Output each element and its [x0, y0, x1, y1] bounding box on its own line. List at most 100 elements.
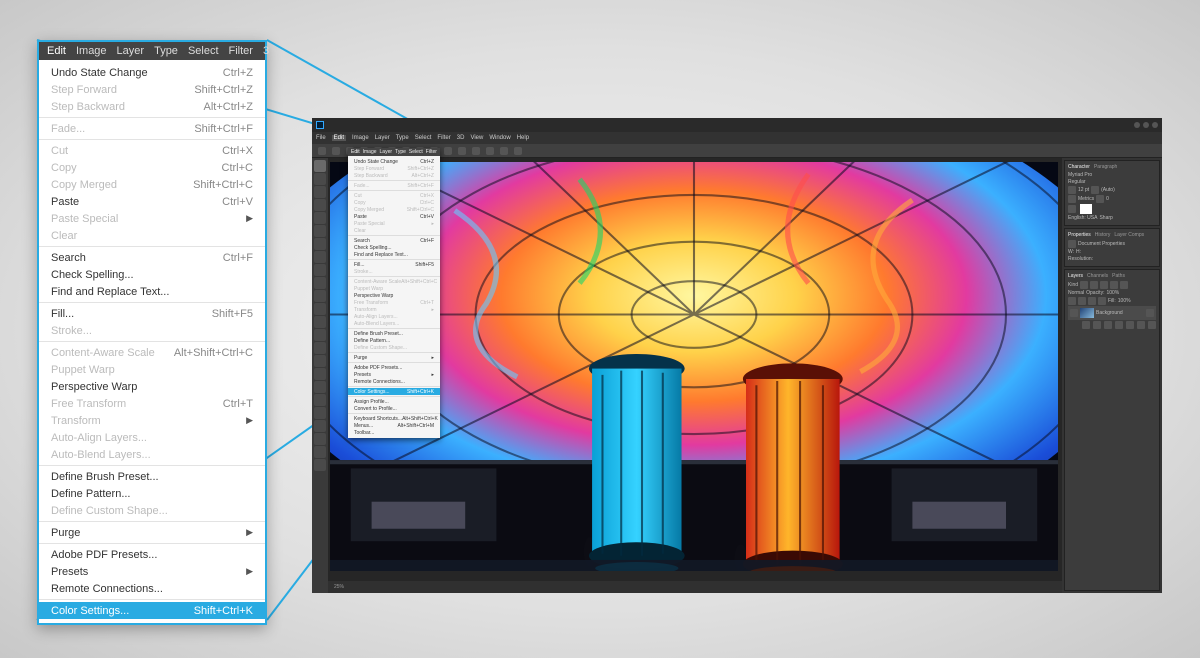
lock-icon[interactable]: [1098, 297, 1106, 305]
filter-icon[interactable]: [1100, 281, 1108, 289]
mask-icon[interactable]: [1104, 321, 1112, 329]
menu-item-small[interactable]: Convert to Profile...: [348, 405, 440, 412]
tab-layercomps[interactable]: Layer Comps: [1114, 232, 1144, 238]
tab-paths[interactable]: Paths: [1112, 273, 1125, 279]
shape-tool-icon[interactable]: [314, 381, 326, 393]
menu-filter[interactable]: Filter: [229, 45, 253, 57]
lock-icon[interactable]: [1068, 297, 1076, 305]
lasso-tool-icon[interactable]: [314, 186, 326, 198]
menu-type[interactable]: Type: [396, 135, 409, 141]
menu-layer[interactable]: Layer: [375, 135, 390, 141]
menu-help[interactable]: Help: [517, 135, 529, 141]
group-icon[interactable]: [1126, 321, 1134, 329]
tab-layers[interactable]: Layers: [1068, 273, 1083, 279]
properties-panel[interactable]: PropertiesHistoryLayer Comps Document Pr…: [1064, 228, 1160, 267]
zoom-level[interactable]: 25%: [334, 584, 344, 590]
layer-thumb[interactable]: [1080, 308, 1094, 318]
pen-tool-icon[interactable]: [314, 342, 326, 354]
menu-item-small[interactable]: Fill...Shift+F5: [348, 261, 440, 268]
brush-tool-icon[interactable]: [314, 251, 326, 263]
opt-icon[interactable]: [332, 147, 340, 155]
menu-item-small[interactable]: Keyboard Shortcuts...Alt+Shift+Ctrl+K: [348, 415, 440, 422]
menu-item[interactable]: Define Pattern...: [39, 485, 265, 502]
opt-icon[interactable]: [486, 147, 494, 155]
opt-icon[interactable]: [472, 147, 480, 155]
lock-icon[interactable]: [1088, 297, 1096, 305]
menu-item-small[interactable]: Perspective Warp: [348, 292, 440, 299]
menu-3d[interactable]: 3D: [457, 135, 465, 141]
filter-icon[interactable]: [1080, 281, 1088, 289]
layer-name[interactable]: Background: [1096, 310, 1123, 316]
menu-item[interactable]: Find and Replace Text...: [39, 283, 265, 300]
filter-icon[interactable]: [1090, 281, 1098, 289]
menu-item[interactable]: Purge▶: [39, 524, 265, 541]
quickmask-icon[interactable]: [314, 446, 326, 458]
text-color-swatch[interactable]: [1080, 204, 1092, 214]
menu-select[interactable]: Select: [415, 135, 432, 141]
menu-edit[interactable]: Edit: [332, 135, 346, 141]
menu-item-small[interactable]: Assign Profile...: [348, 398, 440, 405]
menu-item[interactable]: PasteCtrl+V: [39, 193, 265, 210]
toolbar[interactable]: [312, 158, 328, 593]
layers-panel[interactable]: LayersChannelsPaths Kind NormalOpacity:1…: [1064, 269, 1160, 591]
menu-image[interactable]: Image: [352, 135, 369, 141]
blur-tool-icon[interactable]: [314, 316, 326, 328]
lock-icon[interactable]: [1078, 297, 1086, 305]
filter-icon[interactable]: [1120, 281, 1128, 289]
menu-item[interactable]: Check Spelling...: [39, 266, 265, 283]
menu-item-small[interactable]: Purge▸: [348, 354, 440, 361]
menu-layer[interactable]: Layer: [117, 45, 145, 57]
tool-preset-icon[interactable]: [318, 147, 326, 155]
menu-item-small[interactable]: Remote Connections...: [348, 378, 440, 385]
healing-tool-icon[interactable]: [314, 238, 326, 250]
menu-item[interactable]: SearchCtrl+F: [39, 249, 265, 266]
filter-icon[interactable]: [1110, 281, 1118, 289]
opt-icon[interactable]: [458, 147, 466, 155]
tab-paragraph[interactable]: Paragraph: [1094, 164, 1117, 170]
tab-channels[interactable]: Channels: [1087, 273, 1108, 279]
eyedropper-tool-icon[interactable]: [314, 225, 326, 237]
menu-item-small[interactable]: Adobe PDF Presets...: [348, 364, 440, 371]
menu-item-small[interactable]: Presets▸: [348, 371, 440, 378]
menu-item[interactable]: Undo State ChangeCtrl+Z: [39, 64, 265, 81]
menu-3d[interactable]: 3: [263, 45, 269, 57]
menu-view[interactable]: View: [470, 135, 483, 141]
menu-item[interactable]: Remote Connections...: [39, 580, 265, 597]
menu-type[interactable]: Type: [154, 45, 178, 57]
hand-tool-icon[interactable]: [314, 394, 326, 406]
gradient-tool-icon[interactable]: [314, 303, 326, 315]
stamp-tool-icon[interactable]: [314, 264, 326, 276]
move-tool-icon[interactable]: [314, 160, 326, 172]
eye-icon[interactable]: [1070, 309, 1078, 317]
trash-icon[interactable]: [1148, 321, 1156, 329]
adjust-icon[interactable]: [1115, 321, 1123, 329]
opt-icon[interactable]: [514, 147, 522, 155]
character-panel[interactable]: CharacterParagraph Myriad Pro Regular 12…: [1064, 160, 1160, 226]
edit-toolbar-icon[interactable]: [314, 420, 326, 432]
menu-item-small[interactable]: Check Spelling...: [348, 244, 440, 251]
menu-image[interactable]: Image: [76, 45, 107, 57]
quickselect-tool-icon[interactable]: [314, 199, 326, 211]
link-icon[interactable]: [1082, 321, 1090, 329]
crop-tool-icon[interactable]: [314, 212, 326, 224]
menu-item-small[interactable]: Undo State ChangeCtrl+Z: [348, 158, 440, 165]
path-tool-icon[interactable]: [314, 368, 326, 380]
fx-icon[interactable]: [1093, 321, 1101, 329]
menu-item-small[interactable]: Menus...Alt+Shift+Ctrl+M: [348, 422, 440, 429]
menu-item-small[interactable]: Color Settings...Shift+Ctrl+K: [348, 388, 440, 395]
menu-item-small[interactable]: Define Brush Preset...: [348, 330, 440, 337]
menu-item[interactable]: Adobe PDF Presets...: [39, 546, 265, 563]
menu-item-small[interactable]: Find and Replace Text...: [348, 251, 440, 258]
type-tool-icon[interactable]: [314, 355, 326, 367]
zoom-tool-icon[interactable]: [314, 407, 326, 419]
tab-character[interactable]: Character: [1068, 164, 1090, 170]
opt-icon[interactable]: [444, 147, 452, 155]
tab-properties[interactable]: Properties: [1068, 232, 1091, 238]
fg-bg-color-icon[interactable]: [314, 433, 326, 445]
menu-edit[interactable]: Edit: [47, 45, 66, 57]
menu-select[interactable]: Select: [188, 45, 219, 57]
new-layer-icon[interactable]: [1137, 321, 1145, 329]
screenmode-icon[interactable]: [314, 459, 326, 471]
eraser-tool-icon[interactable]: [314, 290, 326, 302]
app-menubar[interactable]: File Edit Image Layer Type Select Filter…: [312, 132, 1162, 144]
